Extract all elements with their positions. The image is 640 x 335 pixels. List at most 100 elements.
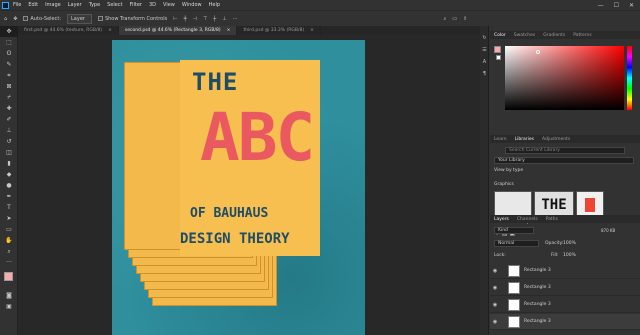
menu-image[interactable]: Image — [45, 2, 61, 8]
history-brush-icon[interactable]: ↺ — [0, 136, 18, 147]
character-panel-icon[interactable]: A — [480, 56, 489, 68]
autoselect-checkbox[interactable]: Auto-Select: — [23, 16, 61, 22]
tab-close-icon[interactable]: × — [108, 28, 112, 33]
paragraph-panel-icon[interactable]: ¶ — [480, 68, 489, 80]
shape-tool-icon[interactable]: ▭ — [0, 224, 18, 235]
menu-edit[interactable]: Edit — [28, 2, 38, 8]
eraser-tool-icon[interactable]: ◫ — [0, 147, 18, 158]
properties-panel-icon[interactable]: ☰ — [480, 44, 489, 56]
menu-view[interactable]: View — [163, 2, 175, 8]
lasso-tool-icon[interactable]: ʘ — [0, 48, 18, 59]
foreground-color-swatch[interactable] — [494, 46, 501, 53]
menu-3d[interactable]: 3D — [149, 2, 156, 8]
path-select-tool-icon[interactable]: ➤ — [0, 213, 18, 224]
tab-third-psd[interactable]: third.psd @ 33.3% (RGB/8) × — [237, 26, 321, 35]
poster-artwork[interactable]: THE ABC OF BAUHAUS DESIGN THEORY — [112, 40, 365, 335]
menu-file[interactable]: File — [13, 2, 21, 8]
crop-tool-icon[interactable]: ⌗ — [0, 70, 18, 81]
layer-row-selected[interactable]: ◉ Rectangle 3 — [490, 314, 640, 330]
blend-mode-dropdown[interactable]: Normal — [494, 240, 539, 247]
align-center-icon[interactable]: ╪ — [184, 16, 187, 22]
tab-paths[interactable]: Paths — [542, 217, 562, 222]
tab-gradients[interactable]: Gradients — [539, 33, 569, 38]
minimize-button[interactable]: — — [598, 2, 604, 9]
tab-channels[interactable]: Channels — [513, 217, 542, 222]
tab-swatches[interactable]: Swatches — [510, 33, 540, 38]
more-tools-icon[interactable]: ··· — [0, 257, 18, 268]
align-bottom-icon[interactable]: ⊥ — [222, 16, 226, 22]
frame-tool-icon[interactable]: ⊠ — [0, 81, 18, 92]
hue-slider[interactable] — [627, 46, 632, 110]
menu-select[interactable]: Select — [107, 2, 122, 8]
workspace-icon[interactable]: ▭ — [452, 16, 457, 22]
color-picker-cursor[interactable] — [536, 50, 540, 54]
stamp-tool-icon[interactable]: ⊥ — [0, 125, 18, 136]
zoom-tool-icon[interactable]: ⌕ — [0, 246, 18, 257]
library-graphic-thumb[interactable] — [494, 191, 532, 218]
quick-mask-icon[interactable]: ◙ — [0, 290, 18, 301]
align-right-icon[interactable]: ⊣ — [193, 16, 197, 22]
library-graphic-thumb[interactable]: THE — [534, 191, 574, 218]
menu-type[interactable]: Type — [89, 2, 100, 8]
view-by-type-dropdown[interactable]: View by type — [494, 168, 523, 173]
share-icon[interactable]: ⇪ — [463, 16, 467, 22]
tab-patterns[interactable]: Patterns — [569, 33, 596, 38]
background-color-swatch[interactable] — [496, 55, 501, 60]
canvas-area[interactable]: THE ABC OF BAUHAUS DESIGN THEORY — [18, 35, 480, 335]
align-left-icon[interactable]: ⊢ — [173, 16, 177, 22]
blur-tool-icon[interactable]: ◆ — [0, 169, 18, 180]
foreground-color-swatch[interactable] — [4, 272, 13, 281]
more-options-icon[interactable]: ··· — [233, 16, 238, 22]
tab-first-psd[interactable]: first.psd @ 44.6% (texture, RGB/8) × — [18, 26, 119, 35]
screen-mode-icon[interactable]: ▣ — [0, 301, 18, 312]
tab-color[interactable]: Color — [490, 33, 510, 38]
visibility-eye-icon[interactable]: ◉ — [490, 285, 500, 291]
dodge-tool-icon[interactable]: ● — [0, 180, 18, 191]
visibility-eye-icon[interactable]: ◉ — [490, 268, 500, 274]
layer-name[interactable]: Rectangle 3 — [524, 302, 551, 307]
layer-name[interactable]: Rectangle 3 — [524, 319, 551, 324]
quick-select-tool-icon[interactable]: ✎ — [0, 59, 18, 70]
tab-second-psd[interactable]: second.psd @ 44.6% (Rectangle 3, RGB/8) × — [118, 26, 238, 35]
move-tool-icon[interactable]: ✥ — [13, 16, 17, 22]
move-tool-icon[interactable]: ✥ — [0, 26, 18, 37]
opacity-input[interactable]: 100% — [563, 241, 576, 246]
library-graphic-thumb[interactable] — [576, 191, 604, 218]
photoshop-logo-icon[interactable] — [2, 1, 9, 9]
tab-libraries[interactable]: Libraries — [511, 137, 538, 142]
layer-name[interactable]: Rectangle 3 — [524, 268, 551, 273]
tab-learn[interactable]: Learn — [490, 137, 511, 142]
history-panel-icon[interactable]: ↻ — [480, 32, 489, 44]
menu-layer[interactable]: Layer — [68, 2, 82, 8]
layer-row[interactable]: ◉ Rectangle 3 — [490, 280, 640, 296]
type-tool-icon[interactable]: T — [0, 202, 18, 213]
healing-brush-icon[interactable]: ✚ — [0, 103, 18, 114]
visibility-eye-icon[interactable]: ◉ — [490, 302, 500, 308]
marquee-tool-icon[interactable]: ⬚ — [0, 37, 18, 48]
menu-filter[interactable]: Filter — [130, 2, 142, 8]
layer-name[interactable]: Rectangle 3 — [524, 285, 551, 290]
brush-tool-icon[interactable]: ✐ — [0, 114, 18, 125]
hand-tool-icon[interactable]: ✋ — [0, 235, 18, 246]
maximize-button[interactable]: ☐ — [614, 2, 619, 9]
home-icon[interactable]: ⌂ — [4, 16, 7, 22]
layer-row[interactable]: ◉ Rectangle 3 — [490, 263, 640, 279]
tab-close-icon[interactable]: × — [227, 28, 231, 33]
fill-input[interactable]: 100% — [563, 253, 576, 258]
gradient-tool-icon[interactable]: ▮ — [0, 158, 18, 169]
tab-layers[interactable]: Layers — [490, 217, 513, 222]
pen-tool-icon[interactable]: ✒ — [0, 191, 18, 202]
tab-close-icon[interactable]: × — [310, 28, 314, 33]
library-search-input[interactable]: Search Current Library — [505, 147, 625, 154]
eyedropper-tool-icon[interactable]: ⌿ — [0, 92, 18, 103]
search-icon[interactable]: ⌕ — [443, 16, 446, 22]
tab-adjustments[interactable]: Adjustments — [538, 137, 574, 142]
close-button[interactable]: ✕ — [629, 2, 634, 9]
autoselect-dropdown[interactable]: Layer — [67, 13, 92, 24]
menu-help[interactable]: Help — [209, 2, 220, 8]
visibility-eye-icon[interactable]: ◉ — [490, 319, 500, 325]
layer-filter-dropdown[interactable]: Kind — [494, 227, 534, 234]
align-middle-icon[interactable]: ┼ — [213, 16, 216, 22]
color-picker-field[interactable] — [505, 46, 624, 110]
menu-window[interactable]: Window — [182, 2, 202, 8]
